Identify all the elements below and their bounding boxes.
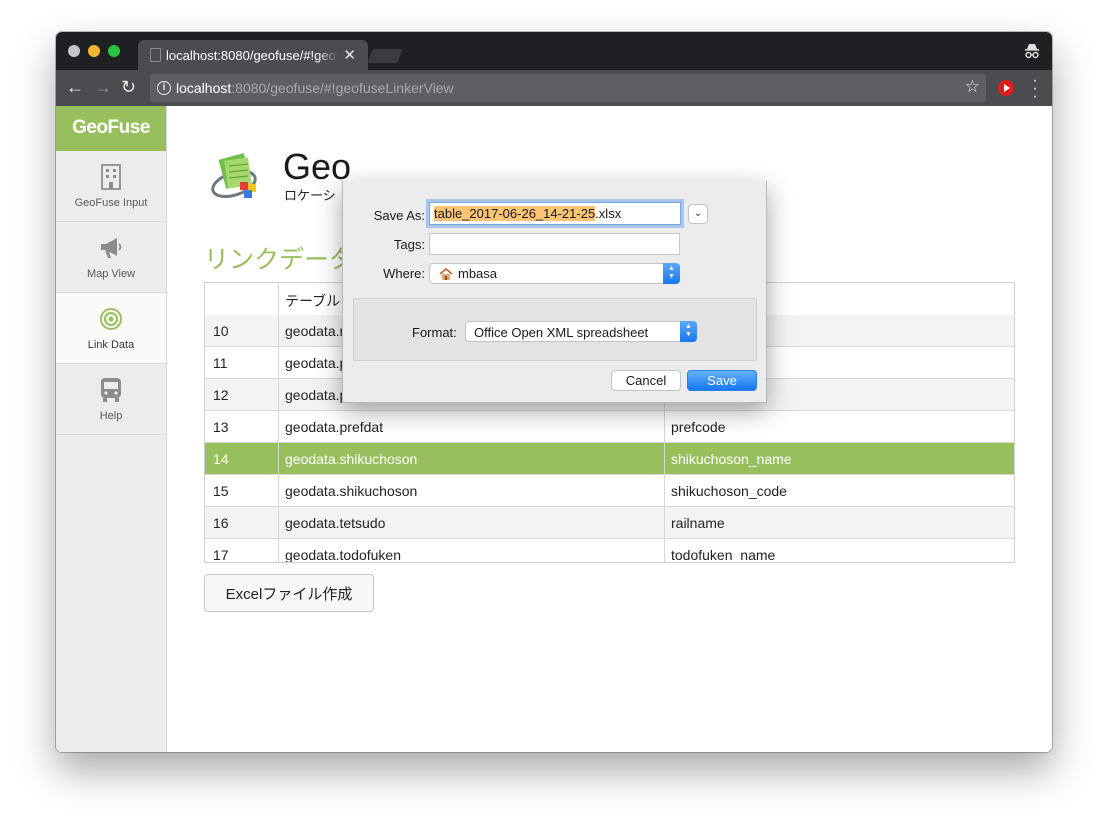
tags-field[interactable] <box>429 233 680 255</box>
column-name-cell: shikuchoson_name <box>671 451 792 467</box>
sidebar-item-label: Help <box>99 410 123 422</box>
page-subtitle: ロケーシ <box>284 188 336 203</box>
target-icon <box>100 308 122 330</box>
format-value: Office Open XML spreadsheet <box>474 325 649 340</box>
column-name-cell: prefcode <box>671 419 726 435</box>
column-header-table: テーブル <box>285 293 341 309</box>
megaphone-icon <box>101 238 122 258</box>
save-as-label: Save As: <box>373 208 425 223</box>
where-select[interactable]: mbasa ▲ ▼ <box>429 263 680 284</box>
forward-arrow-icon[interactable]: → <box>94 77 112 97</box>
browser-toolbar: ← → ↻ i localhost:8080/geofuse/#!geofuse… <box>56 70 1052 106</box>
page-title: Geo <box>283 146 352 187</box>
filename-extension: .xlsx <box>595 206 622 221</box>
row-number: 16 <box>213 515 229 531</box>
table-row[interactable]: 17 geodata.todofuken todofuken_name <box>205 539 1014 563</box>
address-bar[interactable]: i localhost:8080/geofuse/#!geofuseLinker… <box>150 74 986 102</box>
home-folder-icon <box>439 268 453 280</box>
table-name-cell: geodata.shikuchoson <box>285 451 418 467</box>
back-arrow-icon[interactable]: ← <box>66 77 84 97</box>
building-icon <box>101 164 121 190</box>
table-name-cell: geodata.tetsudo <box>285 515 386 531</box>
table-name-cell: geodata.shikuchoson <box>285 483 418 499</box>
table-name-cell: geodata.todofuken <box>285 547 401 563</box>
where-value: mbasa <box>458 266 498 281</box>
table-name-cell: geodata.prefdat <box>285 419 384 435</box>
row-number: 14 <box>213 451 229 467</box>
create-excel-button[interactable]: Excelファイル作成 <box>204 574 374 612</box>
browser-tab[interactable]: localhost:8080/geofuse/#!geofuseLinkerVi… <box>138 40 368 70</box>
sidebar-item-label: Link Data <box>87 339 135 351</box>
table-row-selected[interactable]: 14 geodata.shikuchoson shikuchoson_name <box>205 443 1014 475</box>
sidebar-item-link-data[interactable]: Link Data <box>56 293 166 364</box>
row-number: 10 <box>213 323 229 339</box>
row-number: 12 <box>213 387 229 403</box>
brand-logo[interactable]: GeoFuse <box>56 106 166 151</box>
new-tab-button[interactable] <box>367 49 403 63</box>
column-name-cell: railname <box>671 515 725 531</box>
save-dialog: Save As: table_2017-06-26_14-21-25.xlsx … <box>342 181 767 403</box>
where-stepper-icon: ▲ ▼ <box>663 263 680 284</box>
info-icon[interactable]: i <box>157 81 171 95</box>
row-number: 13 <box>213 419 229 435</box>
save-button[interactable]: Save <box>687 370 757 391</box>
bookmark-star-icon[interactable]: ☆ <box>965 77 980 97</box>
title-bar: localhost:8080/geofuse/#!geofuseLinkerVi… <box>56 32 1052 70</box>
incognito-icon <box>1025 44 1039 59</box>
format-panel: Format: Office Open XML spreadsheet ▲ ▼ <box>353 298 757 361</box>
column-name-cell: todofuken_name <box>671 547 776 563</box>
sidebar-item-label: Map View <box>86 268 136 280</box>
bus-icon <box>101 378 121 402</box>
sidebar-item-label: GeoFuse Input <box>74 197 148 209</box>
column-name-cell: shikuchoson_code <box>671 483 787 499</box>
table-row[interactable]: 15 geodata.shikuchoson shikuchoson_code <box>205 475 1014 507</box>
format-select[interactable]: Office Open XML spreadsheet ▲ ▼ <box>465 321 697 342</box>
sidebar: GeoFuse GeoFuse Input Map View Link Data… <box>56 106 167 752</box>
chrome-menu-icon[interactable]: · · · <box>1032 73 1038 105</box>
web-page: GeoFuse GeoFuse Input Map View Link Data… <box>56 106 1052 752</box>
section-title: リンクデータ <box>204 246 355 274</box>
table-row[interactable]: 13 geodata.prefdat prefcode <box>205 411 1014 443</box>
expand-dialog-button[interactable]: ⌄ <box>688 204 708 224</box>
reload-icon[interactable]: ↻ <box>121 77 136 97</box>
row-number: 15 <box>213 483 229 499</box>
format-stepper-icon: ▲ ▼ <box>680 321 697 342</box>
url-text[interactable]: localhost:8080/geofuse/#!geofuseLinkerVi… <box>176 80 454 96</box>
cancel-button[interactable]: Cancel <box>611 370 681 391</box>
zoom-window-button[interactable] <box>108 45 120 57</box>
filename-selected-text: table_2017-06-26_14-21-25 <box>434 206 596 221</box>
column-divider <box>278 283 279 562</box>
row-number: 17 <box>213 547 229 563</box>
tab-title: localhost:8080/geofuse/#!geofuseLinkerVi… <box>166 48 338 63</box>
tags-label: Tags: <box>393 237 425 252</box>
where-label: Where: <box>383 266 425 281</box>
browser-window: localhost:8080/geofuse/#!geofuseLinkerVi… <box>56 32 1052 752</box>
youtube-extension-icon[interactable] <box>998 80 1014 96</box>
minimize-window-button[interactable] <box>88 45 100 57</box>
row-number: 11 <box>213 355 228 371</box>
close-window-button[interactable] <box>68 45 80 57</box>
geofuse-logo-icon <box>211 153 257 198</box>
document-icon <box>150 48 161 62</box>
sidebar-item-map-view[interactable]: Map View <box>56 222 166 293</box>
format-label: Format: <box>412 325 457 340</box>
sidebar-item-help[interactable]: Help <box>56 364 166 435</box>
tab-close-icon[interactable]: ✕ <box>343 46 356 64</box>
sidebar-item-geofuse-input[interactable]: GeoFuse Input <box>56 151 166 222</box>
table-row[interactable]: 16 geodata.tetsudo railname <box>205 507 1014 539</box>
filename-input[interactable]: table_2017-06-26_14-21-25.xlsx <box>429 202 681 225</box>
